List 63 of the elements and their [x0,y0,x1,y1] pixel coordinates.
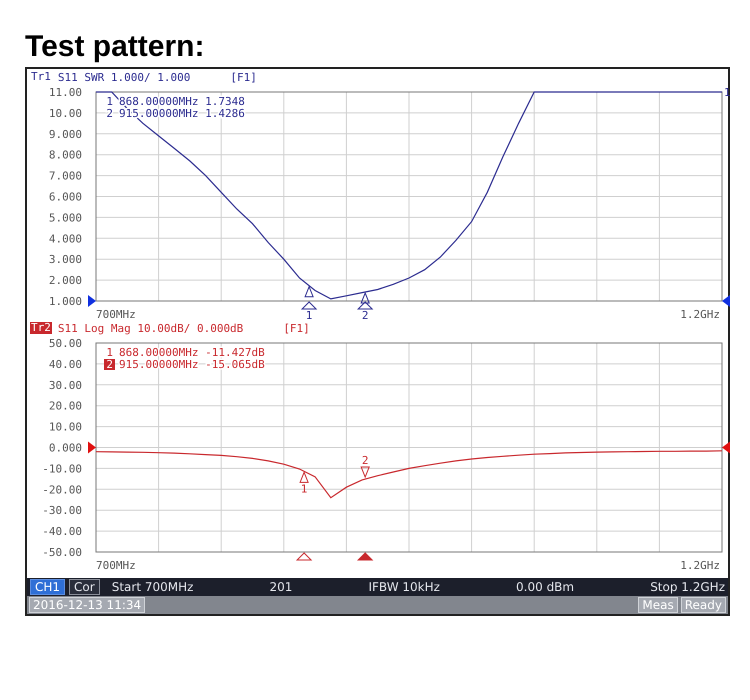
axis-tick-label: 1.000 [48,295,82,308]
marker-readout: 915.00000MHz -15.065dB [119,358,265,371]
marker-icon [304,285,314,298]
marker-position-icon[interactable] [300,301,318,310]
marker-position-icon[interactable] [296,552,312,560]
status-text: IFBW 10kHz [368,580,440,594]
marker-icon [360,292,370,304]
marker-number: 1 [306,309,312,321]
axis-tick-label: 10.00 [48,420,82,434]
reference-level-icon [722,295,730,307]
trace-settings: S11 SWR 1.000/ 1.000 [58,70,190,84]
status-text: 0.00 dBm [516,580,574,594]
marker-number: 2 [362,309,368,321]
axis-tick-label: 3.000 [48,253,82,266]
axis-tick-label: -10.00 [42,462,82,476]
marker-readout: 868.00000MHz -11.427dB [119,346,265,359]
axis-tick-label: 6.000 [48,190,82,204]
reference-level-icon [88,442,96,454]
channel-button[interactable]: CH1 [30,579,66,595]
start-frequency-label: 700MHz [96,308,136,321]
marker-icon [360,466,370,478]
marker-number: 2 [362,454,368,468]
axis-tick-label: 50.00 [48,337,82,350]
format-tag: [F1] [283,322,310,334]
reference-level-icon [722,442,730,454]
axis-tick-label: -20.00 [42,483,82,496]
axis-tick-label: 4.000 [48,232,82,246]
reference-level-icon [88,295,96,307]
trace-label[interactable]: Tr1 [30,71,52,83]
axis-tick-label: -50.00 [42,546,82,559]
trace-label[interactable]: Tr2 [30,322,52,334]
format-tag: [F1] [230,70,257,84]
axis-tick-label: 10.00 [48,106,82,120]
axis-tick-label: 30.00 [48,378,82,392]
datetime-display: 2016-12-13 11:34 [29,597,146,613]
marker-position-icon[interactable] [356,301,374,310]
axis-tick-label: 0.000 [48,442,82,454]
marker-number: 1 [300,482,308,496]
axis-tick-label: 5.000 [48,211,82,224]
page-heading: Test pattern: [25,29,204,65]
axis-tick-label: 9.000 [48,128,82,141]
axis-tick-label: 20.00 [48,400,82,413]
status-text: Start 700MHz [112,580,194,594]
marker-position-icon[interactable] [356,552,374,560]
axis-tick-label: 2.000 [48,274,82,288]
marker-number: 2 [106,107,113,120]
stop-frequency-label: 1.2GHz [680,559,720,572]
stop-frequency-label: 1.2GHz [680,308,720,321]
axis-tick-label: 11.00 [48,86,82,99]
trace-settings: S11 Log Mag 10.00dB/ 0.000dB [58,322,244,334]
marker-icon [299,470,309,483]
axis-tick-label: -40.00 [42,525,82,538]
axis-tick-label: -30.00 [42,504,82,518]
marker-number: 1 [106,95,113,108]
start-frequency-label: 700MHz [96,559,136,572]
active-marker-badge: 2 [104,358,115,371]
status-text: Stop 1.2GHz [650,580,725,594]
axis-tick-label: 7.000 [48,170,82,183]
marker-number: 1 [106,346,113,359]
axis-tick-label: 40.00 [48,358,82,371]
status-text: 201 [270,580,292,594]
axis-tick-label: 8.000 [48,148,82,162]
correction-button[interactable]: Cor [69,579,100,595]
